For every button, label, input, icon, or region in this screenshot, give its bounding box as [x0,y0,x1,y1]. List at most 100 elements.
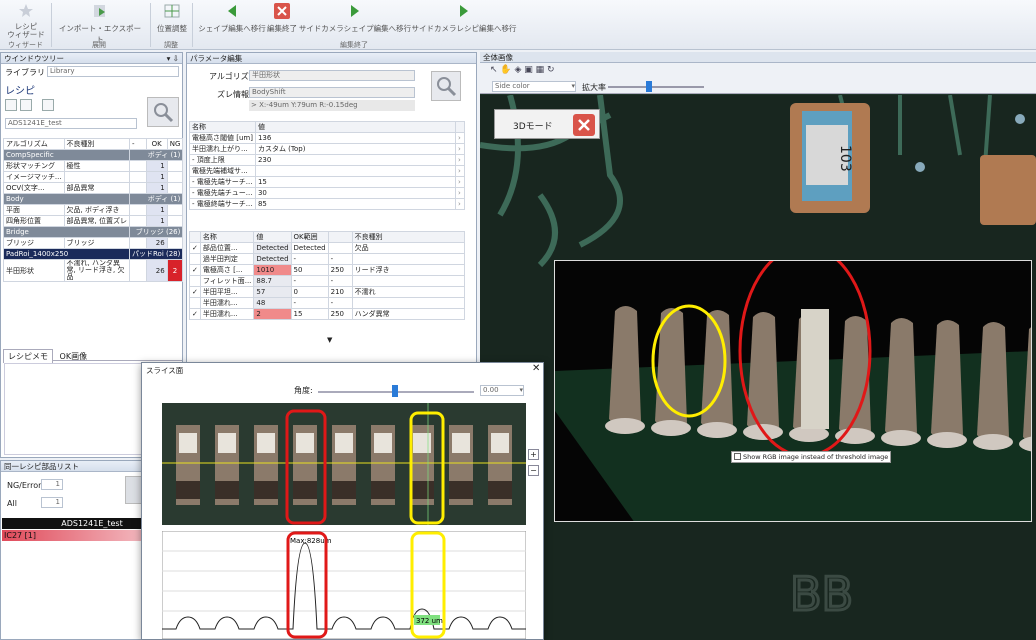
recipe-toolbar [5,99,55,113]
algorithm-field: 半田形状 [249,70,415,81]
view-tools[interactable]: ↖ ✋ ◈ ▣ ▦ ↻ [490,65,555,75]
panel-title: 全体画像 [480,52,1036,63]
import-export-icon [94,5,105,17]
table-row[interactable]: PadRoi_1400x250 パッドRoi (28) [3,248,184,260]
result-row[interactable]: ✓ 部品位置... Detected Detected 欠品 [189,242,466,254]
angle-label: 角度: [294,386,313,395]
slice-dialog: スライス面 ✕ 角度: 0.00 ▾ + − Max:828um 372 um [141,362,544,640]
side-camera-recipe-edit-button[interactable]: サイドカメラレシピ編集へ移行 [410,3,518,34]
shift-select[interactable]: BodyShift [249,87,415,98]
table-row[interactable]: 半田形状 不濡れ, ハンダ異常, リード浮き, 欠品 26 2 [3,259,184,282]
expand-arrow-icon[interactable]: ▼ [327,336,332,344]
mode-select[interactable]: Side color ▾ [492,81,576,92]
ng-error-count: 1 [41,479,63,490]
tab-ok-image[interactable]: OK画像 [56,350,92,363]
position-adjust-icon [164,4,180,18]
panel-title: ウインドウツリー ▾ ⇩ [1,53,182,64]
result-row[interactable]: ✓ 電極高さ [... 1010 50 250 リード浮き [189,264,466,276]
rgb-image-checkbox[interactable]: Show RGB image instead of threshold imag… [731,451,891,463]
recipe-search-button[interactable] [147,97,179,127]
all-count: 1 [41,497,63,508]
library-select[interactable]: Library [47,66,179,77]
all-label: All [7,499,17,508]
side-camera-shape-edit-button[interactable]: サイドカメラシェイプ編集へ移行 [298,3,412,34]
ng-error-label: NG/Error [7,481,42,490]
library-label: ライブラリ [5,68,45,77]
chip-label: 103 [837,145,853,172]
panel-title: パラメータ編集 [187,53,476,64]
arrow-left-icon [228,5,236,17]
wizard-icon [19,4,33,17]
recipe-select[interactable]: ADS1241E_test [5,118,137,129]
arrow-right-icon [460,5,468,17]
recipe-label: レシピ [5,86,35,97]
table-row[interactable]: ブリッジ ブリッジ 26 [3,237,184,249]
result-row[interactable]: ✓ 半田平坦... 57 0 210 不濡れ [189,286,466,298]
shift-label: ズレ情報 [217,90,249,99]
new-file-icon[interactable] [5,99,17,111]
position-adjust-button[interactable]: 位置調整 [154,3,190,34]
slice-image [162,403,526,525]
group-label-adjust: 調整 [164,41,178,49]
import-export-button[interactable]: インポート・エクスポート [56,3,144,45]
angle-input[interactable]: 0.00 ▾ [480,385,524,396]
arrow-right-icon [351,5,359,17]
dialog-title: スライス面 [146,366,184,375]
parameter-edit-panel: パラメータ編集 アルゴリズム 半田形状 ズレ情報 BodyShift > X:-… [186,52,477,366]
parameter-table: 名称値 電極高さ閾値 [um] 136 › 半田濡れ上がり... カスタム (Top) ›… [189,121,465,210]
close-icon [274,3,290,19]
param-row[interactable]: - 電極終端サーチ... 85 › [189,198,465,210]
param-row[interactable]: 電極高さ閾値 [um] 136 › [189,132,465,144]
height-profile-chart: Max:828um 372 um [162,531,526,639]
angle-slider-thumb[interactable] [392,385,398,397]
table-row[interactable]: 平面 欠品, ボディ浮き 1 [3,204,184,216]
param-row[interactable]: 電極先端補域サ... › [189,165,465,177]
recipe-algorithm-table: アルゴリズム 不良種別 - OK NG CompSpecific ボディ (1) 形状マッチ… [3,138,184,282]
image-toolbar: ↖ ✋ ◈ ▣ ▦ ↻ Side color ▾ 拡大率 [480,63,1036,94]
param-row[interactable]: 半田濡れ上がり... カスタム (Top) › [189,143,465,155]
close-icon[interactable]: ✕ [532,363,540,374]
group-label-edit-end: 編集終了 [340,41,368,49]
result-row[interactable]: 過半田判定 Detected - - [189,253,466,265]
result-row[interactable]: 半田濡れ... 48- - [189,297,466,309]
close-icon[interactable] [573,114,595,136]
copy-icon[interactable] [19,99,32,111]
table-row[interactable]: CompSpecific ボディ (1) [3,149,184,161]
table-row[interactable]: Body ボディ (1) [3,193,184,205]
silkscreen-label: BB [790,567,853,621]
ribbon-toolbar: レシピ ウィザード インポート・エクスポート 位置調整 シェイプ編集へ移行 編集… [0,0,1036,50]
table-row[interactable]: 形状マッチング 極性 1 [3,160,184,172]
mode-3d-button[interactable]: 3Dモード [494,109,600,139]
zoom-slider-thumb[interactable] [646,81,652,92]
table-row[interactable]: イメージマッチ... 1 [3,171,184,183]
magnifier-icon [154,103,174,123]
tab-recipe-memo[interactable]: レシピメモ [3,349,53,363]
group-label-wizard: ウィザード [8,41,43,49]
zoom-slider[interactable] [608,86,704,88]
value-label: 372 um [416,617,443,625]
magnifier-icon [437,77,457,97]
table-row[interactable]: Bridge ブリッジ (26) [3,226,184,238]
param-row[interactable]: - 電極先端チュー... 30 › [189,187,465,199]
result-row[interactable]: フィレット面... 88.7- - [189,275,466,287]
result-row[interactable]: ✓ 半田濡れ... 2 15 250 ハンダ異常 [189,308,466,320]
shape-edit-button[interactable]: シェイプ編集へ移行 [196,3,268,34]
zoom-in-button[interactable]: + [528,449,539,460]
param-search-button[interactable] [431,71,461,101]
group-label-expand: 展開 [92,41,106,49]
param-row[interactable]: - 頂度上限 230 › [189,154,465,166]
3d-solder-render [555,261,1031,521]
table-row[interactable]: OCV(文字... 部品異常 1 [3,182,184,194]
3d-view[interactable]: Show RGB image instead of threshold imag… [554,260,1032,522]
recipe-wizard-button[interactable]: レシピ ウィザード [4,3,48,39]
zoom-out-button[interactable]: − [528,465,539,476]
param-row[interactable]: - 電極先端サーチ... 15 › [189,176,465,188]
lower-tabs: レシピメモ OK画像 [3,349,182,363]
table-row[interactable]: 四角形位置 部品異常, 位置ズレ 1 [3,215,184,227]
result-table: 名称値 OK範囲 不良種別 ✓ 部品位置... Detected Detected 欠品 過半… [189,231,466,320]
delete-icon[interactable] [42,99,55,111]
zoom-label: 拡大率 [582,83,606,92]
edit-end-button[interactable]: 編集終了 [264,3,300,34]
whole-image-panel: 全体画像 ↖ ✋ ◈ ▣ ▦ ↻ Side color ▾ 拡大率 103 BB … [480,52,1036,640]
shift-detail: > X:-49um Y:79um R:-0.15deg [249,100,415,111]
